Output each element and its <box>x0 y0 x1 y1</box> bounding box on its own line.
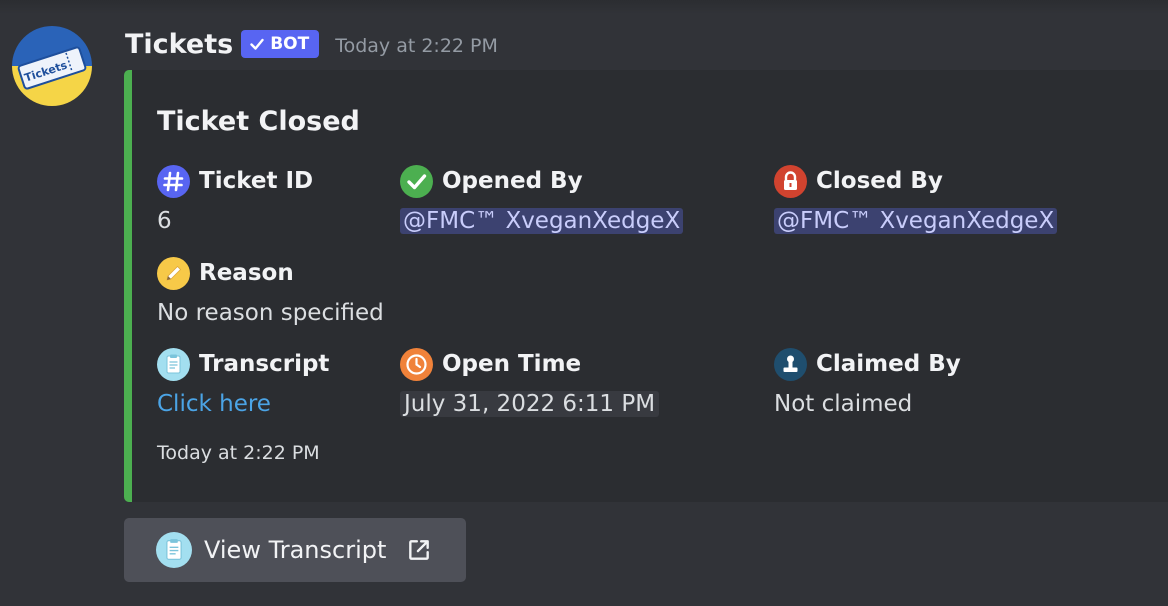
user-mention[interactable]: @FMC™ XveganXedgeX <box>774 208 1058 234</box>
bot-badge: BOT <box>241 30 320 58</box>
view-transcript-button[interactable]: View Transcript <box>124 518 466 582</box>
ticket-logo-icon: Tickets <box>12 26 92 106</box>
embed-title: Ticket Closed <box>157 106 360 137</box>
hash-icon <box>157 164 190 198</box>
message-header: Tickets BOT Today at 2:22 PM <box>125 24 498 64</box>
check-icon <box>400 164 433 198</box>
field-name: Closed By <box>816 168 943 194</box>
field-ticket-id: Ticket ID 6 <box>157 163 313 237</box>
field-name: Ticket ID <box>199 168 314 194</box>
clock-icon <box>400 347 433 381</box>
stamp-icon <box>774 347 807 381</box>
embed-footer-timestamp: Today at 2:22 PM <box>157 442 320 464</box>
field-claimed-by: Claimed By Not claimed <box>774 346 961 420</box>
field-name: Open Time <box>442 351 582 377</box>
open-time-value: July 31, 2022 6:11 PM <box>400 391 660 417</box>
clipboard-icon <box>156 532 192 568</box>
external-link-icon <box>409 540 430 560</box>
field-name: Reason <box>199 260 294 286</box>
bot-tag-label: BOT <box>270 34 310 54</box>
transcript-link[interactable]: Click here <box>157 391 271 417</box>
field-open-time: Open Time July 31, 2022 6:11 PM <box>400 346 660 420</box>
field-value: 6 <box>157 208 172 234</box>
clipboard-icon <box>157 347 190 381</box>
pencil-icon <box>157 256 190 290</box>
bot-avatar[interactable]: Tickets <box>12 26 92 106</box>
field-name: Transcript <box>199 351 330 377</box>
field-transcript: Transcript Click here <box>157 346 329 420</box>
author-name[interactable]: Tickets <box>125 29 233 60</box>
field-closed-by: Closed By @FMC™ XveganXedgeX <box>774 163 1058 237</box>
field-value: No reason specified <box>157 300 384 326</box>
button-label: View Transcript <box>204 536 387 564</box>
lock-icon <box>774 164 807 198</box>
checkmark-icon <box>250 38 264 50</box>
top-edge <box>0 0 1168 14</box>
field-value: Not claimed <box>774 391 913 417</box>
field-name: Claimed By <box>816 351 961 377</box>
message-timestamp[interactable]: Today at 2:22 PM <box>335 35 498 57</box>
field-name: Opened By <box>442 168 583 194</box>
field-reason: Reason No reason specified <box>157 255 384 329</box>
field-opened-by: Opened By @FMC™ XveganXedgeX <box>400 163 684 237</box>
user-mention[interactable]: @FMC™ XveganXedgeX <box>400 208 684 234</box>
ticket-embed: Ticket Closed Ticket ID 6 Opened By @FMC… <box>124 70 1168 502</box>
